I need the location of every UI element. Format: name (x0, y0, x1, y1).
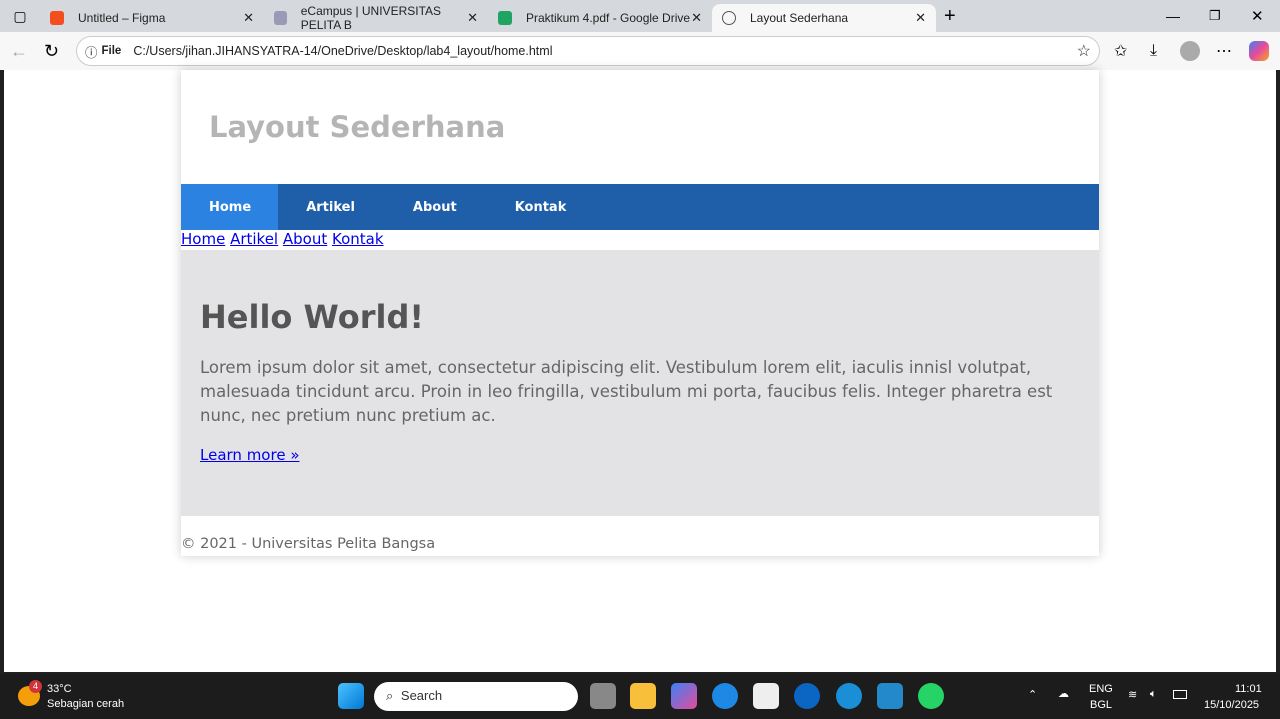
link-artikel[interactable]: Artikel (230, 230, 278, 248)
close-icon[interactable]: ✕ (467, 10, 478, 26)
new-tab-icon[interactable]: + (944, 5, 956, 28)
weather-desc: Sebagian cerah (47, 698, 125, 710)
link-about[interactable]: About (283, 230, 327, 248)
address-bar[interactable]: ⓘ File C:/Users/jihan.JIHANSYATRA-14/One… (76, 36, 1100, 66)
weather-badge: 4 (29, 680, 42, 693)
close-icon[interactable]: ✕ (691, 10, 702, 26)
globe-icon (722, 11, 736, 25)
info-icon: ⓘ (85, 45, 98, 60)
volume-icon[interactable]: 🔈︎ (1150, 688, 1157, 701)
close-window-icon[interactable]: ✕ (1251, 7, 1264, 25)
plain-links: Home Artikel About Kontak (181, 230, 1099, 250)
onedrive-icon[interactable]: ☁ (1058, 687, 1069, 700)
downloads-icon[interactable]: ⤓ (1150, 42, 1157, 60)
search-box[interactable]: ⌕ Search (374, 682, 578, 711)
lang-1[interactable]: ENG (1089, 683, 1113, 695)
more-icon[interactable]: ⋯ (1216, 41, 1232, 61)
favorite-icon[interactable]: ☆ (1077, 41, 1091, 61)
store-icon[interactable] (753, 683, 779, 709)
lang-2[interactable]: BGL (1090, 699, 1112, 711)
main-nav: Home Artikel About Kontak (181, 184, 1099, 230)
site-title: Layout Sederhana (209, 110, 506, 144)
container: Layout Sederhana Home Artikel About Kont… (181, 70, 1099, 556)
page-viewport: Layout Sederhana Home Artikel About Kont… (4, 70, 1276, 672)
tab-title: Praktikum 4.pdf - Google Drive (526, 11, 691, 25)
clock-time[interactable]: 11:01 (1235, 683, 1262, 695)
help-icon[interactable] (836, 683, 862, 709)
copilot-icon[interactable] (1249, 41, 1269, 61)
hero: Hello World! Lorem ipsum dolor sit amet,… (181, 250, 1099, 516)
close-icon[interactable]: ✕ (915, 10, 926, 26)
whatsapp-icon[interactable] (918, 683, 944, 709)
tab-figma[interactable]: Untitled – Figma ✕ (40, 4, 264, 32)
task-view-icon[interactable] (590, 683, 616, 709)
tab-title: Layout Sederhana (750, 11, 849, 25)
nav-kontak[interactable]: Kontak (487, 184, 597, 230)
url-text: C:/Users/jihan.JIHANSYATRA-14/OneDrive/D… (133, 44, 553, 58)
nav-home[interactable]: Home (181, 184, 279, 230)
tab-actions-icon[interactable]: ▢ (0, 8, 40, 25)
vscode-icon[interactable] (877, 683, 903, 709)
file-label: File (101, 45, 122, 57)
address-bar-row: ← ↻ ⓘ File C:/Users/jihan.JIHANSYATRA-14… (0, 32, 1280, 70)
tab-ecampus[interactable]: eCampus | UNIVERSITAS PELITA B ✕ (264, 4, 488, 32)
hero-text: Lorem ipsum dolor sit amet, consectetur … (200, 358, 1053, 425)
copilot-app-icon[interactable] (671, 683, 697, 709)
taskbar: 4 33°C Sebagian cerah ⌕ Search ⌃ ☁ ENG B… (0, 674, 1280, 719)
learn-more-link[interactable]: Learn more » (200, 446, 300, 464)
profile-avatar[interactable] (1180, 41, 1200, 61)
start-icon[interactable] (338, 683, 364, 709)
reload-icon[interactable]: ↻ (44, 41, 59, 62)
header: Layout Sederhana (181, 70, 1099, 184)
tab-drive[interactable]: Praktikum 4.pdf - Google Drive ✕ (488, 4, 712, 32)
close-icon[interactable]: ✕ (243, 10, 254, 26)
clock-date[interactable]: 15/10/2025 (1204, 699, 1259, 711)
search-icon: ⌕ (386, 688, 394, 703)
google-drive-icon (498, 11, 512, 25)
wifi-icon[interactable]: ≋ (1128, 688, 1137, 701)
link-kontak[interactable]: Kontak (332, 230, 384, 248)
back-icon[interactable]: ← (10, 41, 28, 62)
battery-icon[interactable] (1173, 690, 1187, 699)
tab-title: eCampus | UNIVERSITAS PELITA B (300, 4, 442, 32)
nav-artikel[interactable]: Artikel (278, 184, 385, 230)
tab-title: Untitled – Figma (78, 11, 166, 25)
tab-bar: ▢ Untitled – Figma ✕ eCampus | UNIVERSITA… (0, 0, 1280, 32)
edge-icon[interactable] (712, 683, 738, 709)
hp-icon[interactable] (794, 683, 820, 709)
tab-layout[interactable]: Layout Sederhana ✕ (712, 4, 936, 32)
minimize-icon[interactable]: — (1166, 8, 1180, 24)
search-placeholder: Search (400, 688, 443, 703)
hero-heading: Hello World! (200, 298, 424, 336)
nav-about[interactable]: About (385, 184, 487, 230)
favorites-icon[interactable]: ✩ (1114, 41, 1127, 61)
footer: © 2021 - Universitas Pelita Bangsa (181, 536, 436, 552)
file-explorer-icon[interactable] (630, 683, 656, 709)
tray-chevron-icon[interactable]: ⌃ (1028, 688, 1037, 701)
figma-icon (50, 11, 64, 25)
ecampus-icon (274, 11, 287, 25)
weather-temp: 33°C (47, 683, 72, 695)
link-home[interactable]: Home (181, 230, 225, 248)
restore-icon[interactable]: ❐ (1209, 8, 1221, 24)
